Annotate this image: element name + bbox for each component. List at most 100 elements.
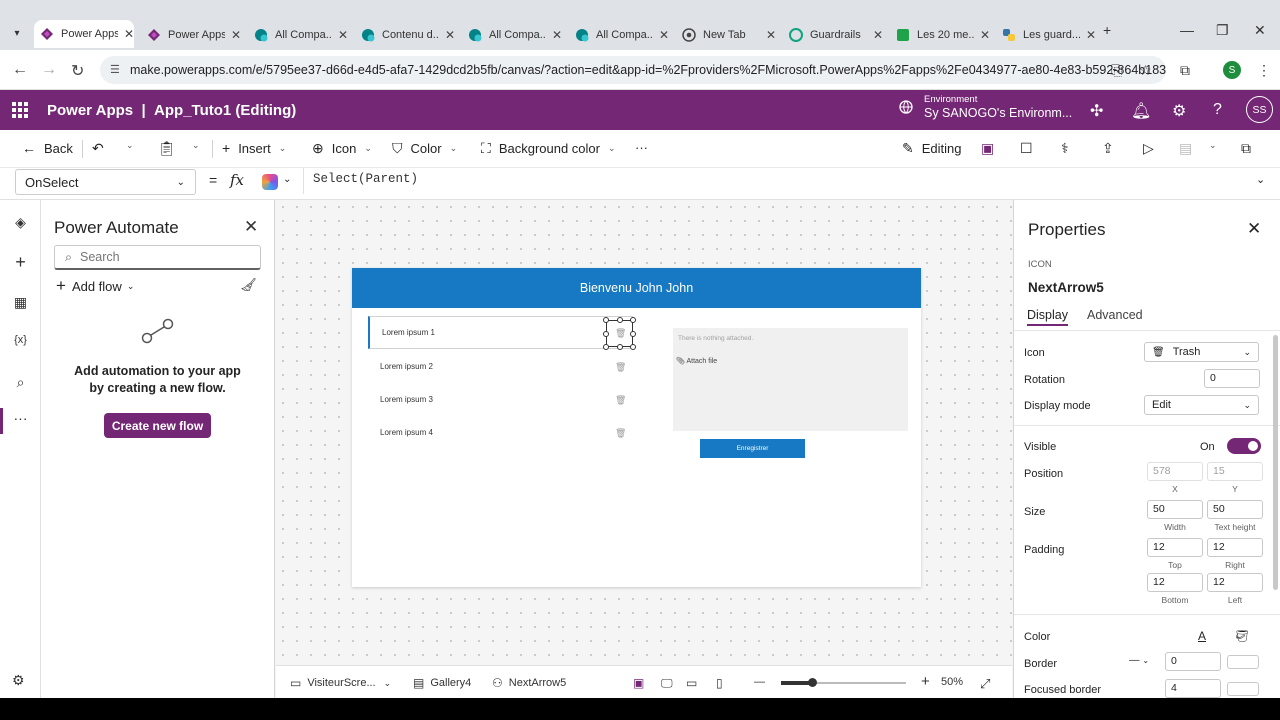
display-mode-dropdown[interactable]: Edit ⌄ (1144, 395, 1259, 415)
flow-search[interactable]: ⌕ (54, 245, 261, 270)
close-icon[interactable]: ✕ (1086, 28, 1096, 42)
more-commands-button[interactable]: ··· (635, 140, 648, 155)
preview-button[interactable]: ▷ (1143, 140, 1162, 157)
close-icon[interactable]: ✕ (1247, 219, 1261, 239)
profile-avatar[interactable]: S (1223, 61, 1241, 79)
insert-button[interactable]: + Insert ⌄ (222, 140, 286, 156)
border-style-dropdown[interactable]: — ⌄ (1124, 652, 1160, 671)
minimize-icon[interactable]: — (1180, 22, 1194, 38)
border-width-input[interactable]: 0 (1165, 652, 1221, 671)
control-breadcrumb[interactable]: ⚇ NextArrow5 (492, 676, 566, 690)
gallery-row[interactable]: Lorem ipsum 1 (368, 316, 633, 349)
focused-border-color-swatch[interactable] (1227, 682, 1259, 696)
attachments-control[interactable]: There is nothing attached. 📎︎ Attach fil… (673, 328, 908, 431)
close-icon[interactable]: ✕ (244, 217, 258, 237)
control-name[interactable]: NextArrow5 (1028, 280, 1104, 295)
browser-tab[interactable]: Les 20 me... ✕ (890, 22, 990, 48)
close-icon[interactable]: ✕ (659, 28, 669, 42)
gallery-item-title[interactable]: Lorem ipsum 2 (380, 362, 433, 371)
app-checker-button[interactable]: ▣ (981, 140, 1002, 157)
search-icon[interactable]: ⌕ (0, 374, 41, 391)
browser-tab[interactable]: All Compa... ✕ (248, 22, 348, 48)
site-info-icon[interactable]: ☰ (110, 63, 120, 76)
icon-dropdown[interactable]: 🗑︎ Trash ⌄ (1144, 342, 1259, 362)
forward-arrow-icon[interactable]: → (41, 61, 57, 79)
publish-button[interactable]: ⧉ (1241, 140, 1259, 157)
close-icon[interactable]: ✕ (980, 28, 990, 42)
close-icon[interactable]: ✕ (766, 28, 776, 42)
reload-icon[interactable]: ↻ (71, 61, 84, 81)
tab-display[interactable]: Display (1027, 308, 1068, 326)
width-input[interactable]: 50 (1147, 500, 1203, 519)
undo-menu-button[interactable]: ⌄ (126, 140, 134, 151)
padding-left-input[interactable]: 12 (1207, 573, 1263, 592)
browser-tab[interactable]: Contenu d... ✕ (355, 22, 455, 48)
gallery-item-title[interactable]: Lorem ipsum 4 (380, 428, 433, 437)
trash-icon[interactable]: 🗑︎ (615, 395, 626, 406)
trash-icon[interactable]: 🗑︎ (615, 428, 626, 439)
focused-border-input[interactable]: 4 (1165, 679, 1221, 698)
background-color-button[interactable]: ⛶ Background color ⌄ (481, 140, 616, 157)
zoom-level[interactable]: 50% (941, 676, 963, 688)
properties-scrollbar[interactable] (1273, 335, 1278, 590)
close-icon[interactable]: ✕ (338, 28, 348, 42)
phone-icon[interactable]: ▯ (716, 676, 729, 690)
property-dropdown[interactable]: OnSelect ⌄ (15, 169, 196, 195)
undo-button[interactable]: ↶ (92, 140, 112, 157)
browser-tab[interactable]: Les guard... ✕ (996, 22, 1096, 48)
gallery-row[interactable]: Lorem ipsum 4 (368, 416, 633, 449)
zoom-slider[interactable] (781, 678, 906, 687)
text-height-input[interactable]: 50 (1207, 500, 1263, 519)
close-icon[interactable]: ✕ (445, 28, 455, 42)
rotation-input[interactable]: 0 (1204, 369, 1260, 388)
desktop-preview-icon[interactable]: 🖵︎ (661, 676, 679, 691)
environment-picker[interactable]: Environment Sy SANOGO's Environm... (898, 94, 1072, 120)
close-icon[interactable]: ✕ (231, 28, 241, 42)
browser-tab[interactable]: All Compa... ✕ (569, 22, 669, 48)
padding-top-input[interactable]: 12 (1147, 538, 1203, 557)
attach-file-link[interactable]: 📎︎ Attach file (676, 357, 717, 365)
health-button[interactable]: ⚕ (1061, 140, 1077, 157)
expand-formula-icon[interactable]: ⌄ (1256, 173, 1265, 186)
close-icon[interactable]: ✕ (124, 27, 134, 41)
copilot-icon[interactable]: ✣ (1090, 101, 1103, 121)
extensions-icon[interactable]: ⧉ (1180, 62, 1190, 79)
padding-bottom-input[interactable]: 12 (1147, 573, 1203, 592)
gallery-row[interactable]: Lorem ipsum 2 (368, 350, 633, 383)
settings-gear-icon[interactable]: ⚙ (12, 672, 25, 689)
position-x-input[interactable]: 578 (1147, 462, 1203, 481)
zoom-slider-handle[interactable] (808, 678, 818, 687)
gallery-breadcrumb[interactable]: ▤ Gallery4 (413, 676, 471, 690)
help-icon[interactable]: ? (1213, 101, 1222, 119)
gallery-item-title[interactable]: Lorem ipsum 3 (380, 395, 433, 404)
position-y-input[interactable]: 15 (1207, 462, 1263, 481)
notifications-bell-icon[interactable]: 🔔︎ (1131, 101, 1151, 121)
editing-mode-button[interactable]: ✎ Editing (902, 140, 961, 157)
fx-icon[interactable]: fx (230, 171, 244, 189)
browser-tab[interactable]: Guardrails ✕ (783, 22, 883, 48)
close-window-icon[interactable]: ✕ (1254, 22, 1266, 39)
add-flow-button[interactable]: + Add flow ⌄ (56, 276, 134, 296)
search-input[interactable] (80, 250, 231, 264)
chevron-down-icon[interactable]: ⌄ (283, 174, 291, 185)
tab-advanced[interactable]: Advanced (1087, 308, 1143, 322)
save-menu-button[interactable]: ⌄ (1209, 140, 1217, 151)
settings-gear-icon[interactable]: ⚙ (1172, 101, 1186, 121)
back-button[interactable]: ← Back (22, 140, 73, 156)
padding-right-input[interactable]: 12 (1207, 538, 1263, 557)
browser-tab[interactable]: Power Apps ✕ (34, 20, 134, 48)
restore-icon[interactable]: ❐ (1216, 22, 1229, 39)
save-button[interactable]: ▤ (1179, 140, 1200, 157)
visible-toggle[interactable] (1227, 438, 1261, 454)
create-new-flow-button[interactable]: Create new flow (104, 413, 211, 438)
formula-input[interactable]: Select(Parent) (303, 168, 1247, 194)
save-record-button[interactable]: Enregistrer (700, 439, 805, 458)
tablet-icon[interactable]: ▭ (686, 676, 703, 690)
zoom-out-icon[interactable]: — (754, 676, 765, 688)
paste-menu-button[interactable]: ⌄ (192, 140, 200, 151)
icon-button[interactable]: ⊕ Icon ⌄ (312, 140, 372, 157)
app-screen[interactable]: Bienvenu John John Lorem ipsum 1 🗑︎ Lore… (352, 268, 921, 587)
tab-search-icon[interactable]: ▾ (6, 20, 28, 46)
tree-view-icon[interactable]: ◈ (0, 214, 41, 231)
selection-handles[interactable] (603, 317, 636, 350)
